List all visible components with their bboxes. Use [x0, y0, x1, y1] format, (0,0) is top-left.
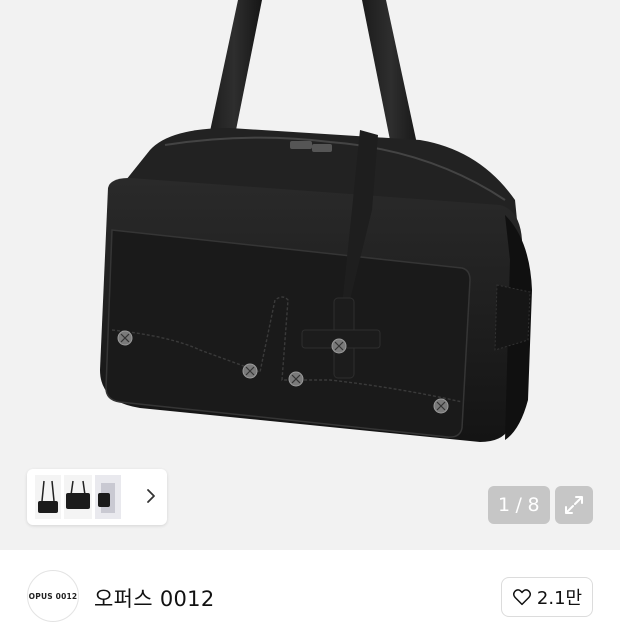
bag-model-thumbnail [95, 475, 121, 519]
like-count: 2.1만 [536, 588, 583, 609]
like-button[interactable]: 2.1만 [501, 577, 593, 617]
image-counter: 1 / 8 [488, 486, 550, 524]
expand-button[interactable] [555, 486, 593, 524]
expand-icon [565, 496, 583, 514]
bag-shoulder-thumbnail [35, 475, 61, 519]
bag-front-thumbnail [64, 475, 92, 519]
heart-icon [512, 589, 531, 606]
thumbnail-2[interactable] [64, 475, 92, 519]
counter-separator: / [515, 494, 523, 516]
thumbnail-strip [27, 469, 167, 525]
counter-current: 1 [497, 494, 511, 516]
product-photo [100, 0, 532, 442]
thumbnail-1[interactable] [35, 475, 61, 519]
chevron-right-icon[interactable] [143, 484, 159, 508]
brand-logo[interactable]: OPUS 0012 [27, 570, 79, 622]
thumbnail-3[interactable] [95, 475, 121, 519]
brand-name[interactable]: 오퍼스 0012 [94, 583, 214, 613]
product-image-viewer[interactable]: 1 / 8 [0, 0, 620, 550]
counter-total: 8 [527, 494, 541, 516]
brand-logo-text: OPUS 0012 [28, 591, 78, 601]
